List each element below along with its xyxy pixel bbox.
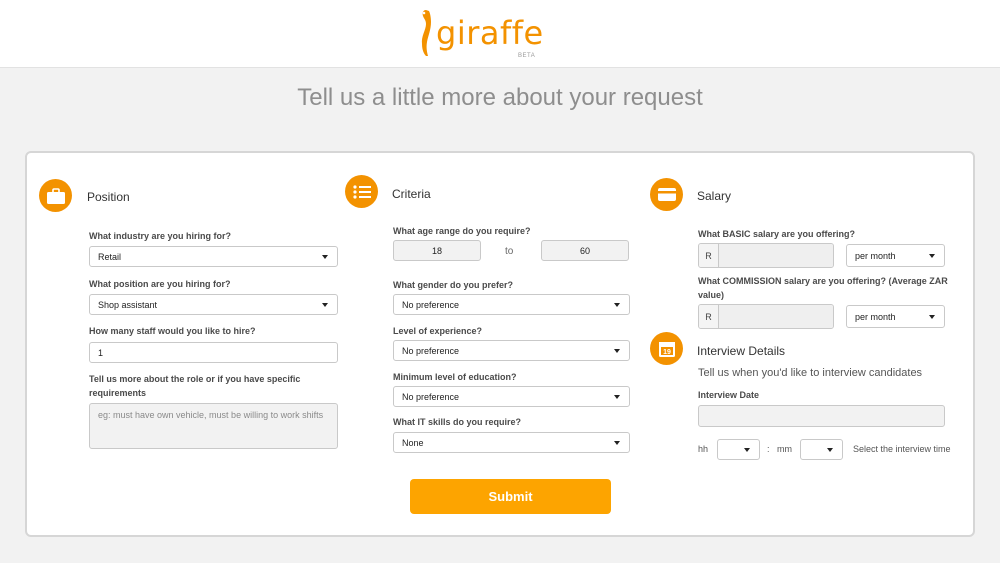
commission-salary-field[interactable] [719, 305, 833, 328]
page-title: Tell us a little more about your request [297, 84, 703, 111]
education-label: Minimum level of education? [393, 372, 517, 382]
currency-prefix: R [699, 305, 719, 328]
role-details-textarea[interactable]: eg: must have own vehicle, must be willi… [89, 403, 338, 449]
calendar-icon: 19 [650, 332, 683, 365]
industry-value: Retail [98, 251, 122, 262]
it-skills-label: What IT skills do you require? [393, 417, 522, 427]
chevron-down-icon [322, 303, 328, 307]
chevron-down-icon [322, 255, 328, 259]
age-to-input[interactable]: 60 [541, 240, 629, 261]
top-header: giraffe BETA [0, 0, 1000, 68]
list-icon [345, 175, 378, 208]
age-to-value: 60 [579, 245, 590, 256]
industry-select[interactable]: Retail [89, 246, 338, 267]
age-to-text: to [505, 246, 514, 257]
criteria-section-title: Criteria [392, 187, 431, 201]
currency-prefix: R [699, 244, 719, 267]
role-label: What position are you hiring for? [89, 279, 231, 289]
minute-label: mm [777, 444, 792, 454]
brand-name: giraffe [436, 14, 544, 52]
age-range-label: What age range do you require? [393, 226, 531, 236]
beta-badge: BETA [518, 53, 536, 59]
interview-subtitle: Tell us when you'd like to interview can… [698, 367, 923, 379]
interview-section-title: Interview Details [697, 344, 786, 358]
role-select[interactable]: Shop assistant [89, 294, 338, 315]
commission-salary-label: What COMMISSION salary are you offering?… [698, 276, 948, 300]
request-form-card: Position What industry are you hiring fo… [25, 151, 975, 537]
age-from-input[interactable]: 18 [393, 240, 481, 261]
experience-value: No preference [402, 345, 460, 356]
basic-salary-field[interactable] [719, 244, 833, 267]
chevron-down-icon [614, 303, 620, 307]
it-skills-value: None [402, 437, 424, 448]
basic-period-select[interactable]: per month [846, 244, 945, 267]
hour-select[interactable] [717, 439, 760, 460]
it-skills-select[interactable]: None [393, 432, 630, 453]
experience-select[interactable]: No preference [393, 340, 630, 361]
chevron-down-icon [744, 448, 750, 452]
basic-salary-label: What BASIC salary are you offering? [698, 229, 856, 239]
briefcase-icon [39, 179, 72, 212]
chevron-down-icon [929, 254, 935, 258]
chevron-down-icon [929, 315, 935, 319]
chevron-down-icon [614, 349, 620, 353]
giraffe-logo[interactable]: giraffe BETA [414, 6, 544, 62]
education-value: No preference [402, 391, 460, 402]
staff-count-label: How many staff would you like to hire? [89, 326, 256, 336]
commission-period-value: per month [855, 311, 896, 322]
role-value: Shop assistant [98, 299, 158, 310]
staff-count-value: 1 [98, 347, 104, 358]
interview-date-input[interactable] [698, 405, 945, 427]
time-hint: Select the interview time [853, 444, 951, 454]
basic-period-value: per month [855, 250, 896, 261]
calendar-day: 19 [663, 349, 671, 356]
age-from-value: 18 [431, 245, 442, 256]
staff-count-input[interactable]: 1 [89, 342, 338, 363]
giraffe-icon [421, 10, 431, 56]
hour-label: hh [698, 444, 709, 454]
chevron-down-icon [827, 448, 833, 452]
role-details-label: Tell us more about the role or if you ha… [89, 374, 301, 398]
position-section-title: Position [87, 190, 130, 204]
gender-label: What gender do you prefer? [393, 280, 514, 290]
time-colon: : [767, 444, 770, 454]
minute-select[interactable] [800, 439, 843, 460]
gender-select[interactable]: No preference [393, 294, 630, 315]
chevron-down-icon [614, 441, 620, 445]
commission-period-select[interactable]: per month [846, 305, 945, 328]
submit-button[interactable]: Submit [410, 479, 611, 514]
industry-label: What industry are you hiring for? [89, 231, 232, 241]
interview-date-label: Interview Date [698, 390, 760, 400]
education-select[interactable]: No preference [393, 386, 630, 407]
chevron-down-icon [614, 395, 620, 399]
commission-salary-input[interactable]: R [698, 304, 834, 329]
basic-salary-input[interactable]: R [698, 243, 834, 268]
experience-label: Level of experience? [393, 326, 483, 336]
gender-value: No preference [402, 299, 460, 310]
salary-section-title: Salary [697, 189, 732, 203]
credit-card-icon [650, 178, 683, 211]
